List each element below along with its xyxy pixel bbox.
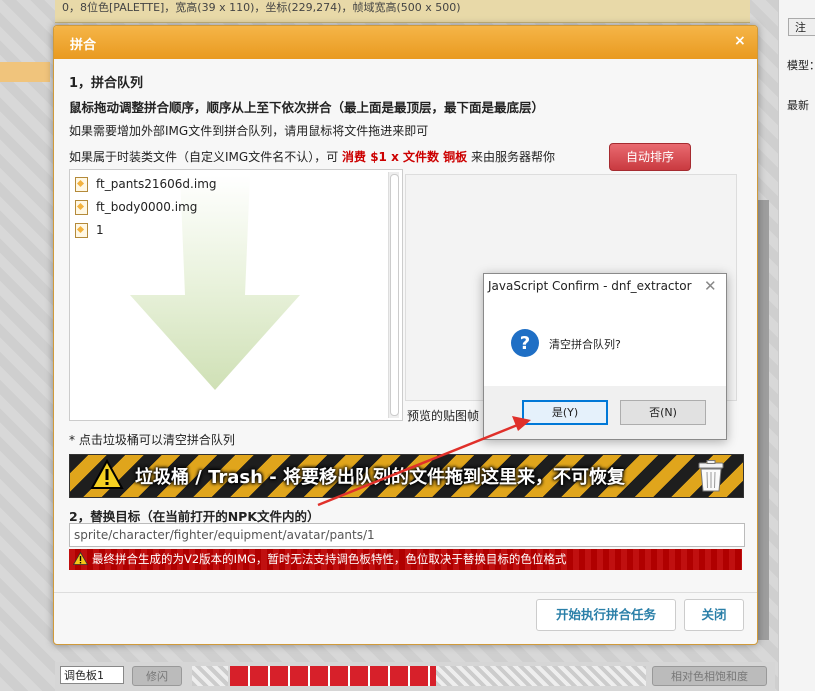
background-checker-strip: [436, 666, 646, 686]
queue-item[interactable]: 1: [75, 220, 104, 240]
section1-title: 1，拼合队列: [69, 76, 144, 91]
trash-note: * 点击垃圾桶可以清空拼合队列: [69, 433, 235, 447]
flash-button[interactable]: 修闪: [132, 666, 182, 686]
confirm-no-button[interactable]: 否(N): [620, 400, 706, 425]
background-checker-swatch: [192, 666, 228, 686]
queue-scrollbar[interactable]: [388, 172, 399, 418]
queue-scrollbar-thumb[interactable]: [390, 174, 399, 416]
fashion-note-cost: 消费 $1 x 文件数 铜板: [342, 150, 468, 164]
palette-color-strip[interactable]: [230, 666, 436, 686]
confirm-dialog: JavaScript Confirm - dnf_extractor ✕ ? 清…: [483, 273, 727, 440]
img-file-icon: [75, 223, 88, 238]
queue-item-label: ft_body0000.img: [96, 200, 198, 214]
fashion-note-prefix: 如果属于时装类文件（自定义IMG文件名不认），可: [69, 150, 339, 164]
background-scrollbar[interactable]: [757, 200, 769, 640]
confirm-message: 清空拼合队列?: [549, 338, 621, 351]
queue-item-label: ft_pants21606d.img: [96, 177, 217, 191]
fashion-note-suffix: 来由服务器帮你: [471, 150, 556, 164]
trash-can-icon[interactable]: [698, 460, 724, 492]
fashion-note: 如果属于时装类文件（自定义IMG文件名不认），可 消费 $1 x 文件数 铜板 …: [69, 148, 555, 165]
footer-divider: [54, 592, 757, 593]
trash-label: 垃圾桶 / Trash - 将要移出队列的文件拖到这里来，不可恢复: [135, 467, 625, 488]
img-file-icon: [75, 200, 88, 215]
trash-drop-zone[interactable]: 垃圾桶 / Trash - 将要移出队列的文件拖到这里来，不可恢复: [69, 454, 744, 498]
palette-select[interactable]: 调色板1: [60, 666, 124, 684]
background-model-label: 模型：: [787, 59, 815, 72]
svg-text:?: ?: [520, 333, 530, 354]
merge-queue-list[interactable]: ft_pants21606d.img ft_body0000.img 1: [69, 169, 403, 421]
warning-icon: [73, 552, 88, 565]
question-icon: ?: [511, 329, 539, 357]
confirm-footer: 是(Y) 否(N): [484, 386, 726, 439]
queue-item-label: 1: [96, 223, 104, 237]
close-button[interactable]: 关闭: [684, 599, 744, 631]
confirm-close-icon[interactable]: ✕: [704, 277, 717, 295]
replace-target-input[interactable]: [69, 523, 745, 547]
dialog-close-icon[interactable]: ×: [734, 33, 746, 49]
queue-item[interactable]: ft_body0000.img: [75, 197, 197, 217]
background-left-tab: [0, 62, 50, 82]
auto-sort-button[interactable]: 自动排序: [609, 143, 691, 171]
confirm-title: JavaScript Confirm - dnf_extractor: [488, 279, 692, 293]
hue-saturation-button[interactable]: 相对色相饱和度: [652, 666, 767, 686]
preview-label: 预览的贴图帧: [407, 409, 480, 423]
background-latest-label: 最新: [787, 99, 809, 112]
section1-description: 鼠标拖动调整拼合顺序，顺序从上至下依次拼合（最上面是最顶层，最下面是最底层）: [69, 100, 545, 115]
dialog-title: 拼合: [70, 38, 97, 53]
start-merge-button[interactable]: 开始执行拼合任务: [536, 599, 676, 631]
img-file-icon: [75, 177, 88, 192]
warning-text: 最终拼合生成的为V2版本的IMG，暂时无法支持调色板特性，色位取决于替换目标的色…: [92, 552, 567, 566]
dialog-header: [54, 26, 757, 59]
background-right-button[interactable]: 注: [788, 18, 815, 36]
external-img-note: 如果需要增加外部IMG文件到拼合队列，请用鼠标将文件拖进来即可: [69, 124, 429, 138]
confirm-yes-button[interactable]: 是(Y): [522, 400, 608, 425]
v2-warning-bar: 最终拼合生成的为V2版本的IMG，暂时无法支持调色板特性，色位取决于替换目标的色…: [69, 549, 742, 570]
warning-icon: [90, 459, 124, 489]
queue-item[interactable]: ft_pants21606d.img: [75, 174, 217, 194]
background-layer-info: 0，8位色[PALETTE]，宽高(39 x 110)，坐标(229,274)，…: [62, 1, 461, 14]
